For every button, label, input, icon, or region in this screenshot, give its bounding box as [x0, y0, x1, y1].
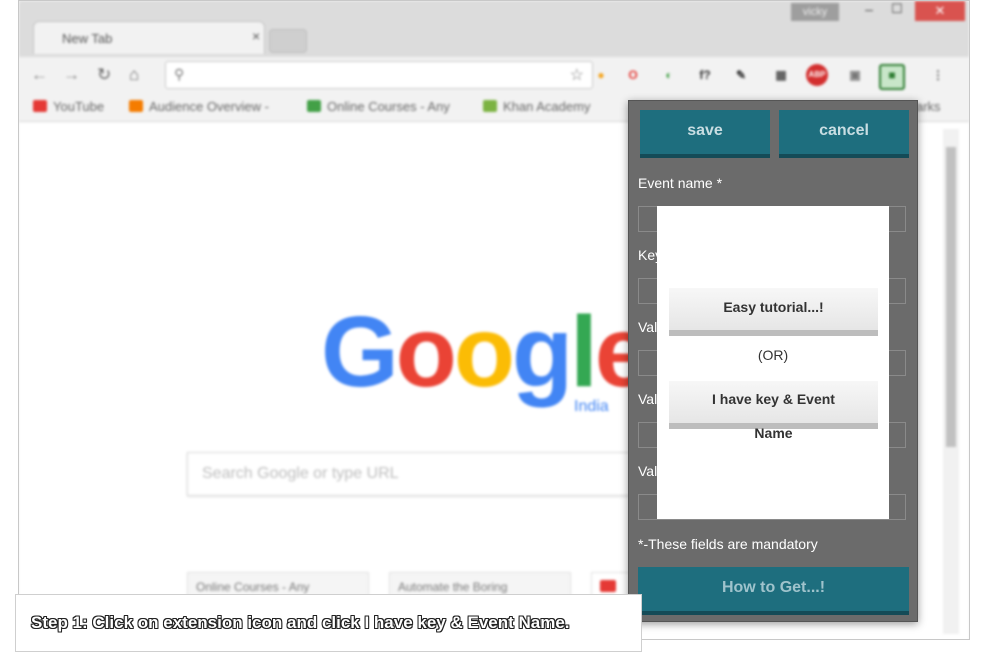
courses-icon	[307, 100, 321, 112]
title-bar: New Tab × vicky – ☐ ✕	[19, 1, 969, 57]
save-button[interactable]: save	[640, 110, 770, 158]
step-caption: Step 1: Click on extension icon and clic…	[15, 594, 642, 652]
bookmark-label: YouTube	[53, 99, 105, 114]
analytics-icon	[129, 100, 143, 112]
other-bookmarks[interactable]: arks	[916, 99, 941, 114]
khan-academy-icon	[483, 100, 497, 112]
user-badge[interactable]: vicky	[791, 3, 839, 21]
reload-icon[interactable]: ↻	[97, 65, 111, 85]
opera-icon[interactable]: O	[622, 64, 644, 86]
tab-close-icon[interactable]: ×	[252, 28, 260, 44]
mandatory-note: *-These fields are mandatory	[638, 536, 818, 552]
have-key-line1: I have key & Event	[712, 391, 835, 407]
google-logo-letter: G	[321, 296, 399, 408]
have-key-event-name-button[interactable]: I have key & Event Name	[669, 381, 878, 441]
orange-ext-icon[interactable]: ●	[590, 64, 612, 86]
google-logo: Google	[321, 302, 650, 402]
evernote-icon[interactable]: ✎	[730, 64, 752, 86]
caption-text: Step 1: Click on extension icon and clic…	[31, 613, 570, 632]
google-logo-letter: l	[570, 296, 598, 408]
tile-label: Automate the Boring	[398, 580, 508, 594]
toolbar: ← → ↻ ⌂ ⚲ ☆ ● O ◐ f? ✎ ▦ ABP ▣ ■ ⋮	[19, 57, 969, 93]
new-tab-button[interactable]	[269, 29, 307, 53]
bookmark-khan-academy[interactable]: Khan Academy	[483, 99, 590, 114]
tab-title: New Tab	[62, 31, 113, 46]
event-name-label: Event name *	[638, 175, 723, 191]
bookmark-audience-overview[interactable]: Audience Overview -	[129, 99, 269, 114]
search-placeholder: Search Google or type URL	[202, 465, 399, 482]
cancel-button[interactable]: cancel	[779, 110, 909, 158]
function-icon[interactable]: f?	[694, 64, 716, 86]
minimize-button[interactable]: –	[857, 1, 881, 23]
youtube-icon	[33, 100, 47, 112]
tile-label: Online Courses - Any	[196, 580, 310, 594]
or-separator: (OR)	[757, 347, 789, 363]
maximize-button[interactable]: ☐	[885, 1, 909, 23]
bookmark-label: Audience Overview -	[149, 99, 269, 114]
address-bar[interactable]: ⚲ ☆	[165, 61, 593, 89]
tab-new-tab[interactable]: New Tab ×	[33, 21, 265, 54]
bookmark-label: Khan Academy	[503, 99, 591, 114]
bookmark-star-icon[interactable]: ☆	[570, 65, 584, 85]
value2-label: Val	[638, 391, 658, 407]
google-country-label: India	[574, 398, 609, 415]
back-icon[interactable]: ←	[31, 65, 48, 85]
google-logo-letter: o	[395, 296, 457, 408]
value1-label: Val	[638, 319, 658, 335]
active-extension-icon[interactable]: ■	[879, 64, 905, 90]
how-to-get-button[interactable]: How to Get...!	[638, 567, 909, 615]
choice-dialog: Easy tutorial...! (OR) I have key & Even…	[657, 206, 889, 519]
page-scrollbar[interactable]	[943, 129, 959, 634]
chart-ext-icon[interactable]: ▦	[770, 64, 792, 86]
gray-ext-icon[interactable]: ▣	[844, 64, 866, 86]
green-circle-icon[interactable]: ◐	[658, 64, 680, 86]
google-logo-letter: g	[511, 296, 573, 408]
home-icon[interactable]: ⌂	[129, 65, 139, 85]
bookmark-youtube[interactable]: YouTube	[33, 99, 104, 114]
easy-tutorial-button[interactable]: Easy tutorial...!	[669, 288, 878, 336]
youtube-icon	[600, 580, 616, 592]
bookmark-label: Online Courses - Any	[327, 99, 450, 114]
bookmark-online-courses[interactable]: Online Courses - Any	[307, 99, 450, 114]
adblock-icon[interactable]: ABP	[806, 64, 828, 86]
menu-icon[interactable]: ⋮	[927, 64, 949, 86]
search-icon: ⚲	[174, 66, 185, 82]
value3-label: Val	[638, 463, 658, 479]
google-search-input[interactable]: Search Google or type URL	[187, 452, 657, 496]
google-logo-letter: o	[453, 296, 515, 408]
close-window-button[interactable]: ✕	[915, 1, 965, 21]
have-key-line2: Name	[754, 425, 793, 441]
forward-icon[interactable]: →	[63, 65, 80, 85]
scrollbar-thumb[interactable]	[946, 147, 956, 447]
